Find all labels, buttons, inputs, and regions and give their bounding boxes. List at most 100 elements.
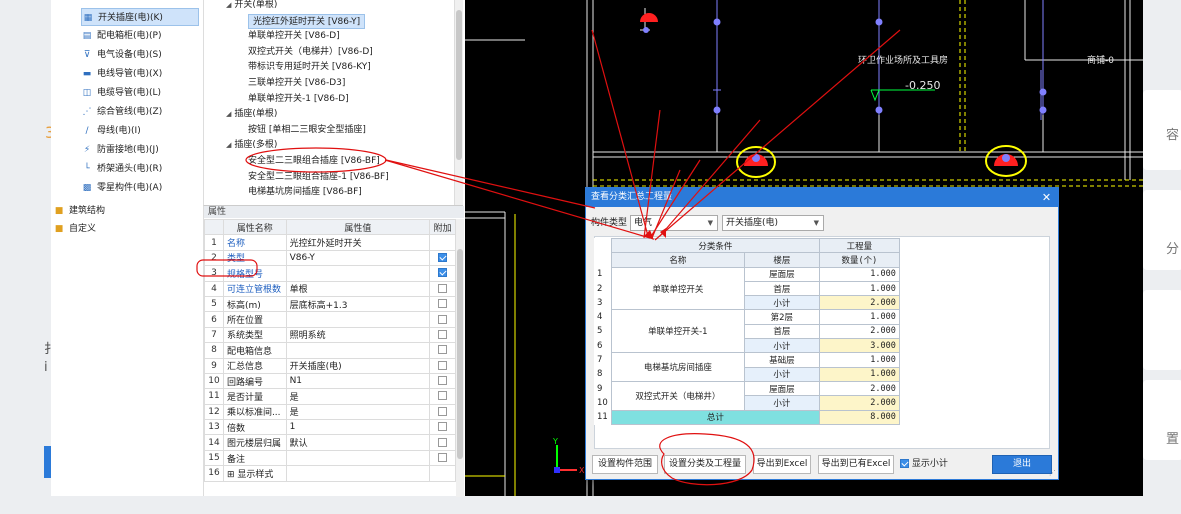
tree-item[interactable]: ◫ 电缆导管(电)(L) [81, 84, 161, 102]
properties-panel: 属性 属性名称 属性值 附加 1 名称 光控红外延时开关 2 类型 V86-Y 3 规格型号 4… [203, 205, 464, 497]
component-item-label: 插座(单根) [234, 109, 278, 120]
component-subtype-select[interactable]: 开关插座(电) ▼ [722, 215, 824, 231]
item-floor: 小计 [743, 395, 820, 411]
property-row[interactable]: 15 备注 [204, 449, 456, 467]
additional-checkbox[interactable] [438, 453, 448, 463]
property-row[interactable]: 13 倍数 1 [204, 419, 456, 436]
tree-item[interactable]: ⚡ 防雷接地(电)(J) [81, 141, 159, 159]
property-row[interactable]: 16 ⊞ 显示样式 [204, 465, 456, 482]
resize-grip-icon[interactable]: ⋰ [1049, 469, 1056, 477]
expand-icon[interactable]: ◢ [226, 110, 231, 118]
tree-item[interactable]: ■ 自定义 [53, 220, 96, 238]
property-value[interactable]: 单根 [285, 280, 431, 297]
tree-item[interactable]: ∕ 母线(电)(I) [81, 122, 140, 140]
property-value[interactable] [285, 311, 431, 328]
component-item[interactable]: 单联单控开关 [V86-D] [248, 29, 340, 44]
component-item[interactable]: 电梯基坑房间插座 [V86-BF] [248, 185, 362, 200]
property-row[interactable]: 12 乘以标准间... 是 [204, 403, 456, 421]
property-row[interactable]: 14 图元楼层归属 默认 [204, 434, 456, 451]
export-excel-button[interactable]: 导出到Excel [753, 455, 811, 474]
property-value[interactable] [285, 449, 431, 467]
property-row[interactable]: 7 系统类型 照明系统 [204, 326, 456, 344]
set-category-quantity-button[interactable]: 设置分类及工程量 [664, 455, 746, 474]
property-value[interactable]: 1 [285, 419, 431, 436]
property-value[interactable]: 是 [285, 403, 431, 421]
component-item[interactable]: 安全型二三眼组合插座 [V86-BF] [248, 154, 380, 169]
property-row[interactable]: 6 所在位置 [204, 311, 456, 328]
property-row[interactable]: 11 是否计量是 [204, 388, 456, 405]
property-row[interactable]: 1 名称 光控红外延时开关 [204, 234, 456, 251]
tree-item[interactable]: ▬ 电线导管(电)(X) [81, 65, 162, 83]
property-value[interactable]: V86-Y [285, 249, 431, 267]
property-row[interactable]: 2 类型 V86-Y [204, 249, 456, 267]
property-value[interactable] [285, 465, 431, 482]
component-item[interactable]: 按钮 [单相二三眼安全型插座] [248, 123, 366, 138]
component-item[interactable]: 双控式开关（电梯井）[V86-D] [248, 45, 373, 60]
component-group[interactable]: ◢ 插座(多根) [226, 138, 277, 153]
component-type-select[interactable]: 电气 ▼ [630, 215, 718, 231]
tree-item[interactable]: ▩ 零星构件(电)(A) [81, 179, 162, 197]
additional-checkbox[interactable] [438, 391, 448, 401]
set-component-range-button[interactable]: 设置构件范围 [592, 455, 658, 474]
additional-checkbox[interactable] [438, 422, 448, 432]
expand-icon[interactable]: ◢ [226, 141, 231, 149]
additional-checkbox[interactable] [438, 437, 448, 447]
additional-checkbox[interactable] [438, 406, 448, 416]
component-item[interactable]: 带标识专用延时开关 [V86-KY] [248, 60, 371, 75]
header-floor: 楼层 [743, 252, 820, 268]
property-value[interactable]: 层底标高+1.3 [285, 295, 431, 313]
property-value[interactable]: 开关插座(电) [285, 357, 431, 374]
property-row[interactable]: 4 可连立管根数 单根 [204, 280, 456, 297]
additional-checkbox[interactable] [438, 329, 448, 339]
property-row[interactable]: 8 配电箱信息 [204, 342, 456, 359]
tree-item[interactable]: ▤ 配电箱柜(电)(P) [81, 27, 162, 45]
property-additional [429, 403, 456, 421]
tree-item[interactable]: └ 桥架通头(电)(R) [81, 160, 162, 178]
export-existing-excel-button[interactable]: 导出到已有Excel [818, 455, 894, 474]
component-item[interactable]: 三联单控开关 [V86-D3] [248, 76, 345, 91]
additional-checkbox[interactable] [438, 314, 448, 324]
component-item[interactable]: 单联单控开关-1 [V86-D] [248, 92, 349, 107]
show-subtotal-checkbox[interactable] [900, 459, 909, 468]
cad-drawing-canvas[interactable]: 环卫作业场所及工具房 -0.250 商铺-0 Y X 查看分类汇总工程量 ✕ 构… [465, 0, 1143, 496]
tree-item[interactable]: ⋰ 综合管线(电)(Z) [81, 103, 163, 121]
tree-scrollbar[interactable] [454, 0, 463, 205]
component-group[interactable]: ◢ 开关(单根) [226, 0, 277, 13]
additional-checkbox[interactable] [438, 283, 448, 293]
property-value[interactable]: 默认 [285, 434, 431, 451]
show-subtotal-option[interactable]: 显示小计 [900, 455, 948, 474]
property-row[interactable]: 10 回路编号 N1 [204, 372, 456, 390]
properties-scrollbar[interactable] [456, 219, 464, 497]
property-value[interactable]: N1 [285, 372, 431, 390]
additional-checkbox[interactable] [438, 299, 448, 309]
expand-icon[interactable]: ◢ [226, 1, 231, 9]
property-value[interactable] [285, 265, 431, 282]
property-value[interactable]: 照明系统 [285, 326, 431, 344]
table-row[interactable]: 9 双控式开关（电梯井） 屋面层 2.000 [594, 380, 900, 411]
total-row[interactable]: 11 总计 8.000 [594, 409, 900, 425]
additional-checkbox[interactable] [438, 360, 448, 370]
property-value[interactable] [285, 342, 431, 359]
additional-checkbox[interactable] [438, 268, 448, 278]
property-value[interactable]: 光控红外延时开关 [285, 234, 431, 251]
tree-item[interactable]: ■ 建筑结构 [53, 202, 105, 220]
table-row[interactable]: 4 单联单控开关-1 第2层 1.000 [594, 309, 900, 354]
additional-checkbox[interactable] [438, 252, 448, 262]
tree-item[interactable]: ▦ 开关插座(电)(K) [81, 8, 199, 26]
property-row[interactable]: 5 标高(m) 层底标高+1.3 [204, 295, 456, 313]
component-group[interactable]: ◢ 插座(单根) [226, 107, 277, 122]
item-floor: 小计 [743, 366, 820, 382]
table-row[interactable]: 1 单联单控开关 屋面层 1.000 [594, 266, 900, 311]
tree-item[interactable]: ⊽ 电气设备(电)(S) [81, 46, 162, 64]
property-value[interactable]: 是 [285, 388, 431, 405]
component-item[interactable]: 安全型二三眼组合插座-1 [V86-BF] [248, 170, 389, 185]
property-row[interactable]: 9 汇总信息 开关插座(电) [204, 357, 456, 374]
close-icon[interactable]: ✕ [1040, 191, 1053, 204]
table-row[interactable]: 7 电梯基坑房间插座 基础层 1.000 [594, 352, 900, 382]
additional-checkbox[interactable] [438, 345, 448, 355]
additional-checkbox[interactable] [438, 376, 448, 386]
component-item[interactable]: 光控红外延时开关 [V86-Y] [248, 13, 366, 29]
exit-button[interactable]: 退出 [992, 455, 1052, 474]
property-row[interactable]: 3 规格型号 [204, 265, 456, 282]
item-floor: 基础层 [743, 352, 820, 368]
